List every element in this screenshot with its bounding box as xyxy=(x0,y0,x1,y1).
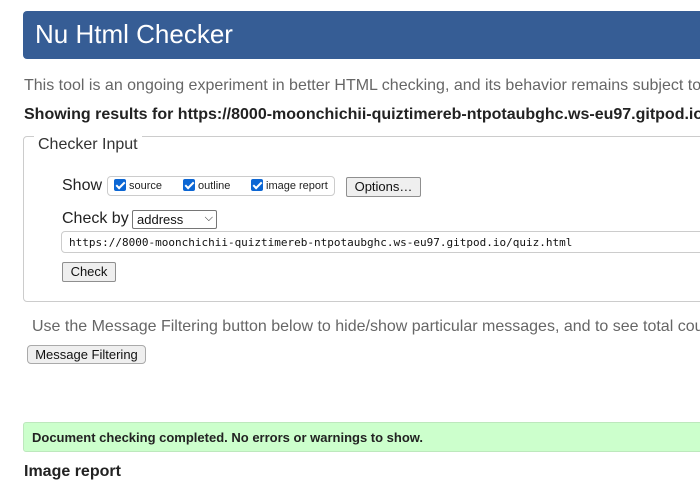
image-report-heading: Image report xyxy=(24,463,121,480)
checker-input-legend: Checker Input xyxy=(34,136,142,154)
chevron-down-icon: ⌵ xyxy=(204,212,213,224)
intro-text: This tool is an ongoing experiment in be… xyxy=(24,77,700,94)
show-label: Show xyxy=(62,177,103,194)
showing-results-url[interactable]: https://8000-moonchichii-quiztimereb-ntp… xyxy=(178,106,700,123)
image-report-checkbox-item[interactable]: image report xyxy=(251,178,328,194)
source-checkbox[interactable] xyxy=(114,179,126,191)
message-filtering-button[interactable]: Message Filtering xyxy=(27,345,146,364)
check-button[interactable]: Check xyxy=(62,262,116,282)
source-checkbox-item[interactable]: source xyxy=(114,178,162,194)
source-checkbox-label[interactable]: source xyxy=(129,180,162,192)
showing-results-prefix: Showing results for xyxy=(24,106,178,123)
check-by-label: Check by xyxy=(62,210,129,227)
page: Nu Html Checker This tool is an ongoing … xyxy=(0,0,700,486)
header-bar: Nu Html Checker xyxy=(23,11,700,59)
outline-checkbox[interactable] xyxy=(183,179,195,191)
result-success-message: Document checking completed. No errors o… xyxy=(23,422,700,452)
image-report-checkbox[interactable] xyxy=(251,179,263,191)
result-message-text: Document checking completed. No errors o… xyxy=(32,430,424,445)
outline-checkbox-item[interactable]: outline xyxy=(183,178,230,194)
options-button[interactable]: Options… xyxy=(346,177,421,197)
url-input[interactable]: https://8000-moonchichii-quiztimereb-ntp… xyxy=(61,231,700,253)
page-title: Nu Html Checker xyxy=(35,19,233,49)
showing-results: Showing results for https://8000-moonchi… xyxy=(24,106,700,124)
image-report-checkbox-label[interactable]: image report xyxy=(266,180,328,192)
outline-checkbox-label[interactable]: outline xyxy=(198,180,230,192)
filter-note: Use the Message Filtering button below t… xyxy=(32,318,700,335)
url-input-value: https://8000-moonchichii-quiztimereb-ntp… xyxy=(69,236,573,249)
check-by-select-value: address xyxy=(137,212,184,227)
check-by-select[interactable]: address ⌵ xyxy=(132,210,217,229)
show-options-group: source outline image report xyxy=(107,176,335,196)
